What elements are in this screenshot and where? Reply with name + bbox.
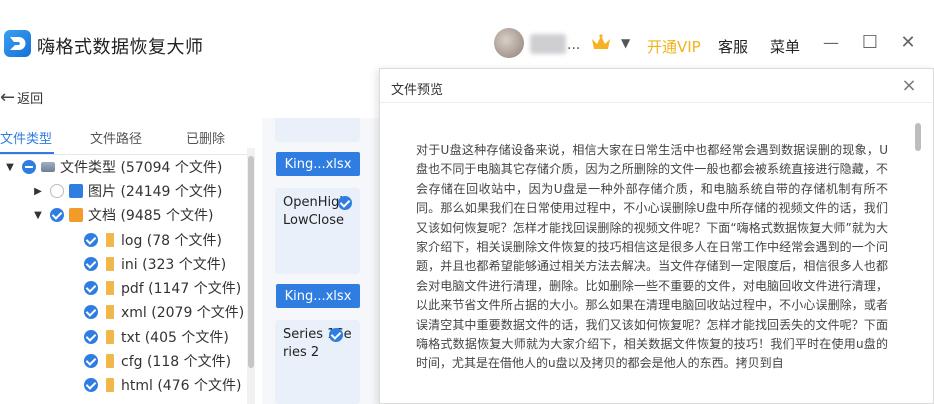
tree-node-label: ini (323 个文件) — [121, 257, 227, 273]
checkbox[interactable] — [84, 354, 98, 368]
file-name-tag[interactable]: King...xlsx — [276, 152, 360, 176]
tree-node-ini[interactable]: ini (323 个文件) — [84, 253, 226, 275]
tree-node-txt[interactable]: txt (405 个文件) — [84, 326, 229, 348]
selected-check-icon[interactable] — [338, 196, 352, 210]
tree-node-label: 图片 (24149 个文件) — [88, 184, 223, 200]
file-card[interactable]: OpenHighLowClose — [275, 188, 360, 274]
file-icon — [106, 305, 114, 319]
title-bar: 嗨格式数据恢复大师 ... ▼ 开通VIP 客服 菜单 — ☐ ✕ — [0, 0, 934, 78]
preview-scrollbar-thumb[interactable] — [915, 123, 921, 151]
tree-node-documents[interactable]: ▼ 文档 (9485 个文件) — [32, 204, 213, 226]
file-icon — [106, 233, 114, 247]
file-icon — [106, 281, 114, 295]
user-avatar[interactable] — [494, 28, 524, 58]
tree-node-log[interactable]: log (78 个文件) — [84, 229, 222, 251]
file-card[interactable]: Series 1Series 2 — [275, 320, 360, 404]
app-title: 嗨格式数据恢复大师 — [37, 37, 204, 58]
tree-node-pdf[interactable]: pdf (1147 个文件) — [84, 277, 241, 299]
tree-node-label: 文件类型 (57094 个文件) — [60, 160, 223, 176]
back-arrow-icon: ← — [0, 86, 16, 108]
tree-scrollbar-thumb[interactable] — [248, 156, 254, 368]
crown-icon — [590, 33, 612, 53]
app-logo-icon — [4, 30, 31, 57]
tree-node-label: log (78 个文件) — [121, 233, 222, 249]
tab-file-path[interactable]: 文件路径 — [90, 128, 142, 147]
menu-link[interactable]: 菜单 — [770, 36, 800, 57]
tree-node-images[interactable]: ▶ 图片 (24149 个文件) — [32, 180, 222, 202]
file-tree-panel: 文件类型 文件路径 已删除 ▼ 文件类型 (57094 个文件) ▶ 图片 (2… — [0, 118, 258, 404]
minimize-button[interactable]: — — [818, 29, 844, 55]
user-name-blurred — [530, 34, 566, 54]
checkbox[interactable] — [84, 281, 98, 295]
tree-node-label: txt (405 个文件) — [121, 330, 229, 346]
tab-divider — [0, 154, 250, 155]
maximize-button[interactable]: ☐ — [857, 29, 883, 55]
dialog-header: 文件预览 × — [380, 69, 933, 103]
close-window-button[interactable]: ✕ — [895, 29, 921, 55]
file-name-tag[interactable]: King...xlsx — [276, 284, 360, 308]
tree-node-cfg[interactable]: cfg (118 个文件) — [84, 350, 231, 372]
account-dropdown-icon[interactable]: ▼ — [621, 36, 630, 50]
view-tabs: 文件类型 文件路径 已删除 — [0, 128, 250, 155]
tab-deleted[interactable]: 已删除 — [186, 128, 225, 147]
tab-file-type[interactable]: 文件类型 — [0, 128, 52, 147]
tree-node-html[interactable]: html (476 个文件) — [84, 374, 241, 396]
checkbox[interactable] — [84, 233, 98, 247]
file-icon — [106, 354, 114, 368]
checkbox[interactable] — [84, 330, 98, 344]
back-label: 返回 — [17, 91, 44, 107]
file-icon — [106, 257, 114, 271]
file-icon — [106, 378, 114, 392]
user-name-suffix: ... — [567, 37, 581, 53]
tree-node-all-types[interactable]: ▼ 文件类型 (57094 个文件) — [4, 156, 222, 178]
file-icon — [106, 330, 114, 344]
partial-checkbox[interactable] — [22, 160, 36, 174]
tree-node-label: pdf (1147 个文件) — [121, 281, 242, 297]
tree-node-xml[interactable]: xml (2079 个文件) — [84, 301, 244, 323]
checkbox[interactable] — [84, 257, 98, 271]
selected-check-icon[interactable] — [329, 328, 343, 342]
checkbox[interactable] — [84, 378, 98, 392]
back-button[interactable]: ← 返回 — [0, 86, 43, 108]
drive-icon — [41, 162, 55, 172]
file-preview-dialog: 文件预览 × 对于U盘这种存储设备来说，相信大家在日常生活中也都经常会遇到数据误… — [379, 68, 934, 404]
customer-service-link[interactable]: 客服 — [718, 36, 748, 57]
checkbox[interactable] — [50, 184, 64, 198]
dialog-close-button[interactable]: × — [899, 75, 919, 96]
open-vip-link[interactable]: 开通VIP — [647, 36, 701, 57]
tree-node-label: html (476 个文件) — [121, 378, 242, 394]
preview-text: 对于U盘这种存储设备来说，相信大家在日常生活中也都经常会遇到数据误删的现象，U盘… — [416, 143, 888, 371]
document-folder-icon — [69, 208, 83, 222]
checkbox[interactable] — [50, 208, 64, 222]
checkbox[interactable] — [84, 305, 98, 319]
dialog-title: 文件预览 — [391, 83, 444, 98]
tree-node-label: 文档 (9485 个文件) — [88, 208, 214, 224]
file-grid: King...xlsx OpenHighLowClose King...xlsx… — [262, 118, 380, 404]
collapse-icon[interactable]: ▼ — [32, 210, 44, 221]
tree-node-label: xml (2079 个文件) — [121, 305, 245, 321]
file-card[interactable] — [275, 118, 360, 142]
image-folder-icon — [69, 184, 83, 198]
tree-node-label: cfg (118 个文件) — [121, 354, 232, 370]
collapse-icon[interactable]: ▼ — [4, 162, 16, 173]
expand-icon[interactable]: ▶ — [32, 186, 44, 197]
